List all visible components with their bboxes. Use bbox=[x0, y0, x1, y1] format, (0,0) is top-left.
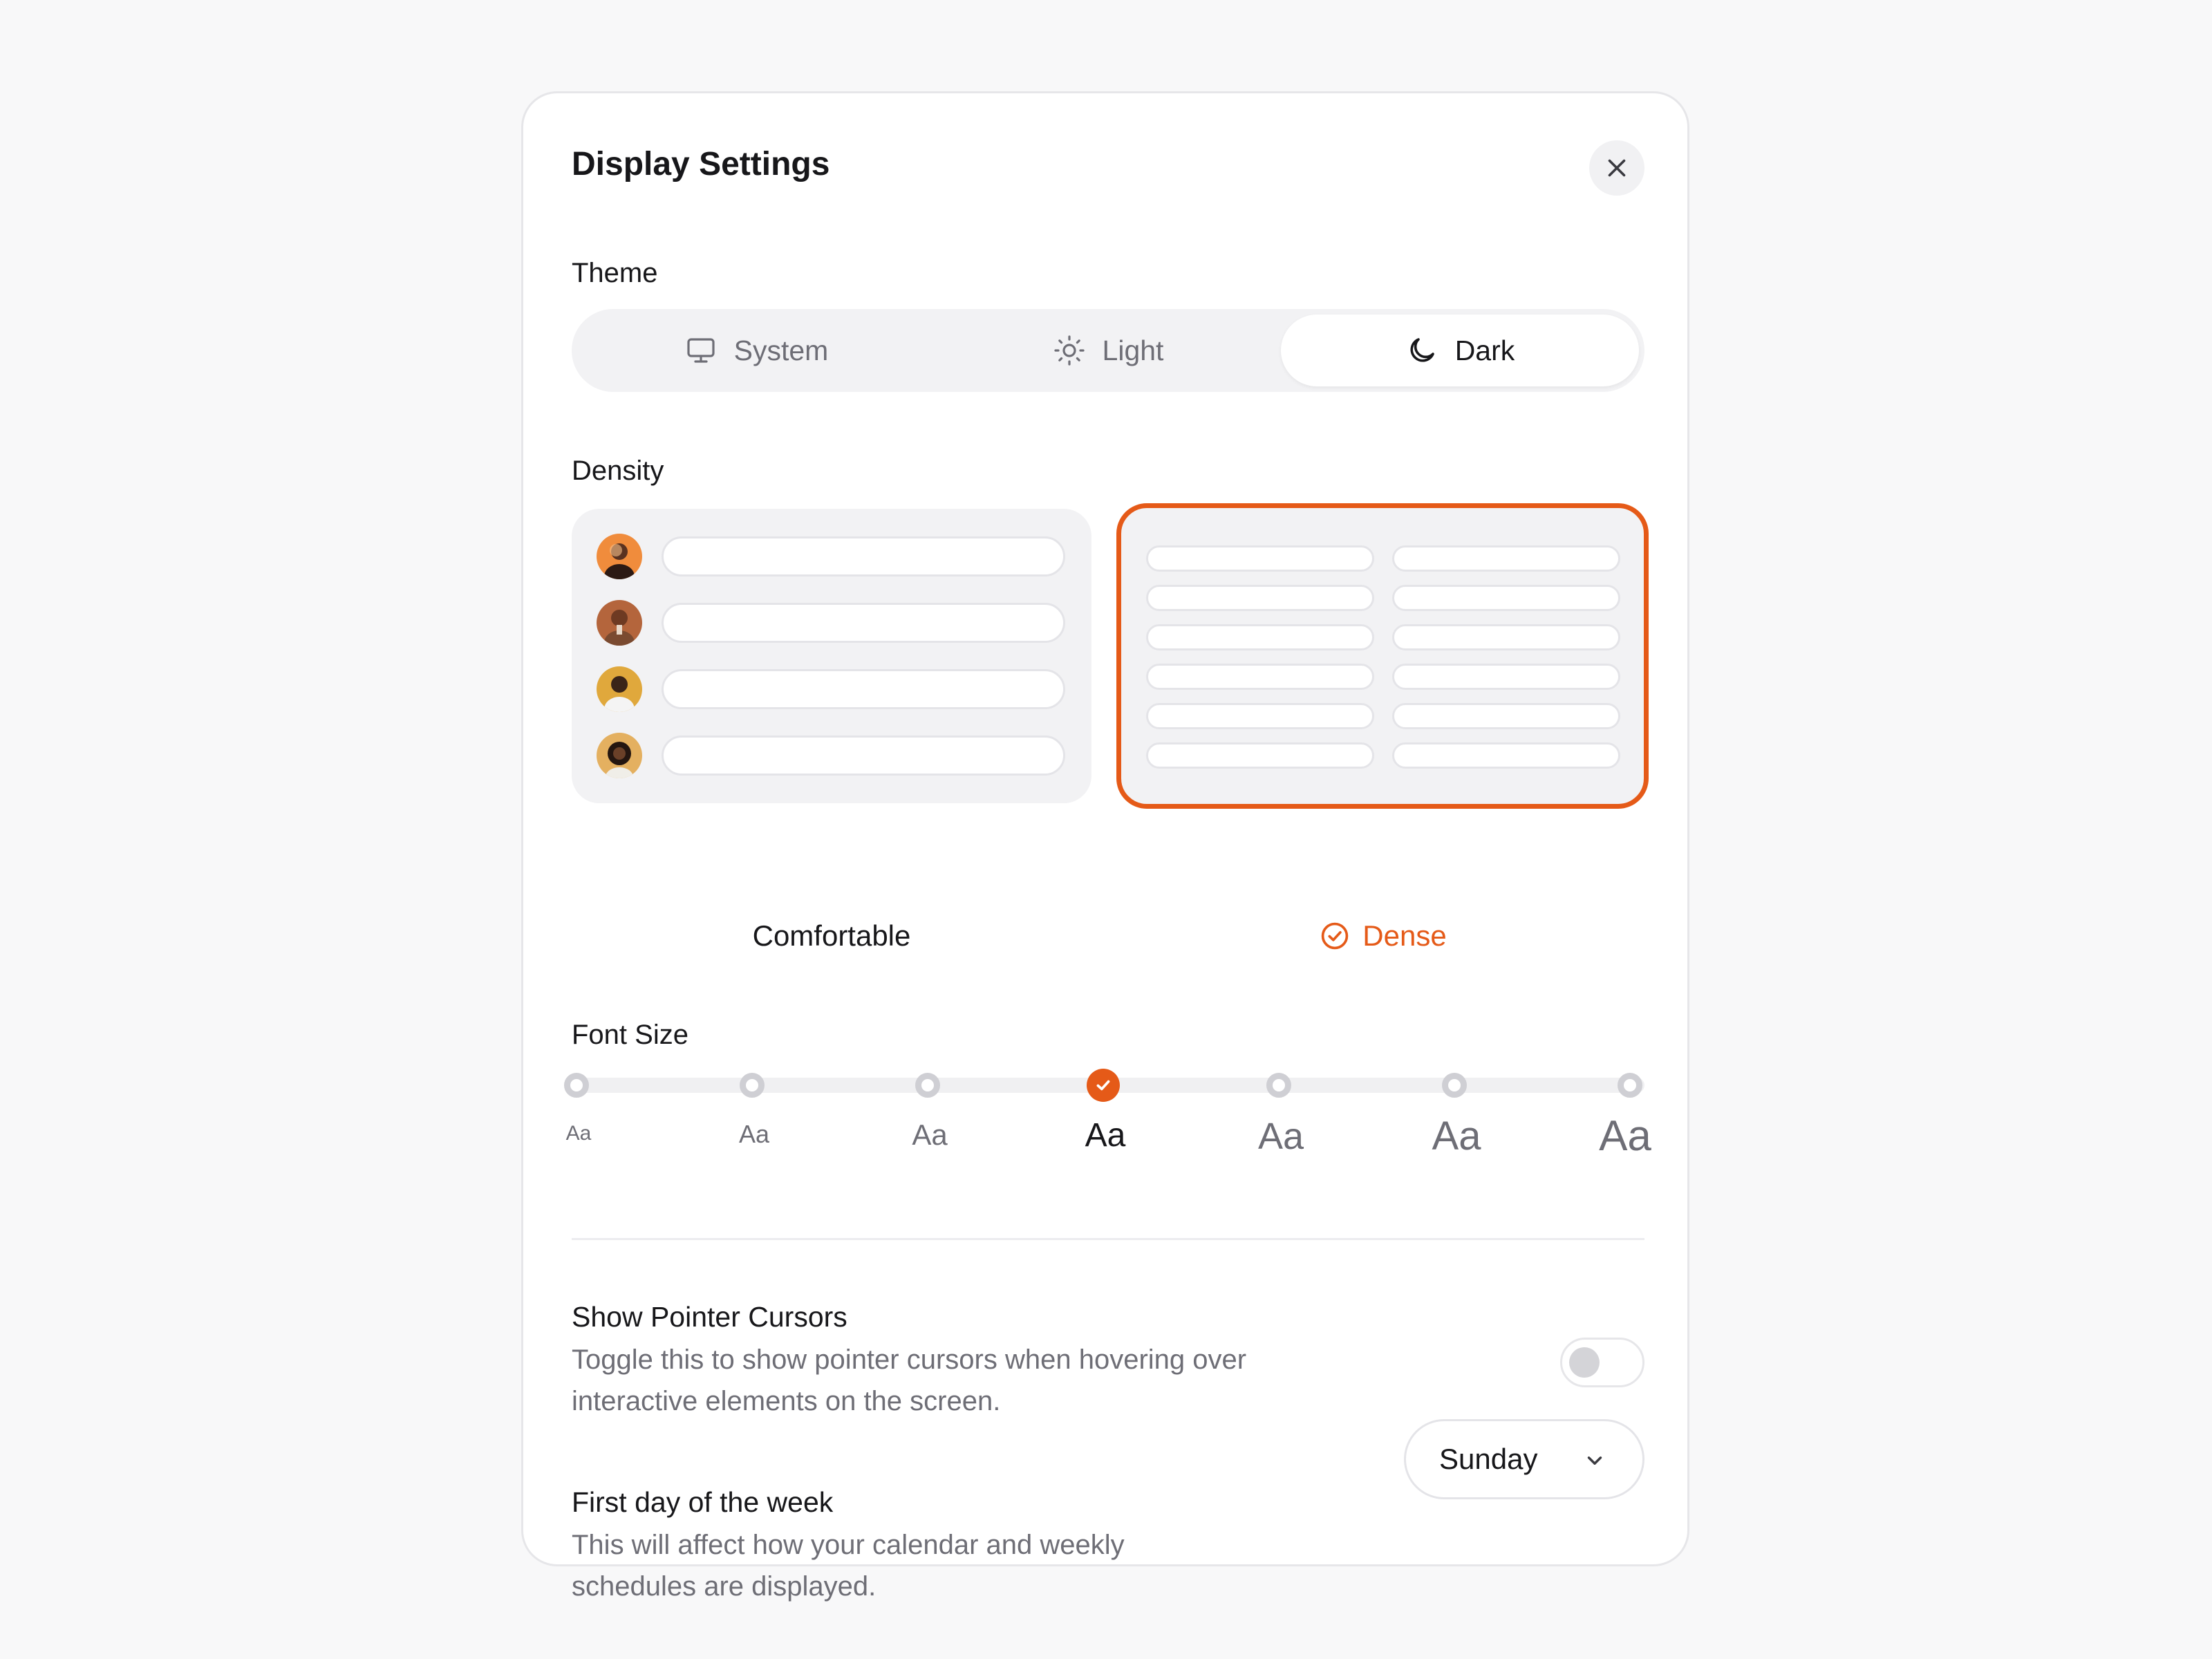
font-size-sample: Aa bbox=[912, 1118, 948, 1151]
font-size-stop[interactable] bbox=[1442, 1073, 1467, 1098]
theme-option-dark[interactable]: Dark bbox=[1281, 315, 1639, 386]
theme-option-label: System bbox=[733, 334, 829, 366]
font-size-stop[interactable] bbox=[915, 1073, 940, 1098]
font-size-label: Font Size bbox=[572, 1020, 688, 1050]
divider bbox=[572, 1238, 1644, 1240]
placeholder-row bbox=[1146, 545, 1374, 572]
display-settings-dialog: Display Settings Theme System Light Dark… bbox=[521, 91, 1689, 1602]
pointer-cursors-description: Toggle this to show pointer cursors when… bbox=[572, 1344, 1247, 1416]
density-option-dense[interactable] bbox=[1116, 503, 1649, 809]
font-size-sample: Aa bbox=[565, 1122, 592, 1145]
placeholder-row bbox=[1146, 703, 1374, 729]
placeholder-row bbox=[662, 603, 1065, 643]
close-button[interactable] bbox=[1589, 140, 1644, 196]
placeholder-row bbox=[662, 669, 1065, 709]
density-caption-dense[interactable]: Dense bbox=[1123, 919, 1643, 953]
placeholder-row bbox=[1392, 742, 1620, 769]
density-caption-label: Comfortable bbox=[752, 919, 911, 952]
font-size-sample: Aa bbox=[1257, 1116, 1304, 1157]
first-day-title: First day of the week bbox=[572, 1486, 834, 1518]
theme-option-system[interactable]: System bbox=[577, 315, 935, 386]
first-day-select-value: Sunday bbox=[1439, 1443, 1538, 1475]
placeholder-row bbox=[1392, 664, 1620, 690]
placeholder-row bbox=[1392, 703, 1620, 729]
first-day-description: This will affect how your calendar and w… bbox=[572, 1530, 1125, 1602]
font-size-stop[interactable] bbox=[1618, 1073, 1642, 1098]
moon-icon bbox=[1410, 338, 1434, 362]
font-size-sample: Aa bbox=[738, 1120, 770, 1148]
pointer-cursors-toggle[interactable] bbox=[1560, 1338, 1644, 1387]
check-icon bbox=[1096, 1080, 1110, 1091]
placeholder-row bbox=[1392, 585, 1620, 611]
density-label: Density bbox=[572, 456, 664, 486]
placeholder-row bbox=[1392, 545, 1620, 572]
placeholder-row bbox=[1146, 585, 1374, 611]
placeholder-row bbox=[662, 536, 1065, 577]
placeholder-row bbox=[1146, 624, 1374, 650]
close-icon bbox=[1608, 159, 1626, 177]
density-option-comfortable[interactable] bbox=[572, 509, 1091, 803]
font-size-stop[interactable] bbox=[564, 1073, 589, 1098]
font-size-sample: Aa bbox=[1599, 1112, 1651, 1160]
font-size-sample: Aa bbox=[1432, 1114, 1481, 1159]
toggle-knob bbox=[1569, 1347, 1600, 1378]
sun-icon bbox=[1053, 335, 1085, 366]
placeholder-row bbox=[1146, 664, 1374, 690]
font-size-stop[interactable] bbox=[740, 1073, 765, 1098]
placeholder-row bbox=[1146, 742, 1374, 769]
placeholder-row bbox=[662, 735, 1065, 776]
chevron-down-icon bbox=[1587, 1456, 1602, 1465]
theme-option-label: Light bbox=[1102, 334, 1164, 366]
avatar bbox=[597, 600, 642, 646]
font-size-stop[interactable] bbox=[1266, 1073, 1291, 1098]
pointer-cursors-title: Show Pointer Cursors bbox=[572, 1301, 847, 1333]
theme-option-label: Dark bbox=[1454, 334, 1515, 366]
placeholder-row bbox=[1392, 624, 1620, 650]
theme-option-light[interactable]: Light bbox=[929, 315, 1287, 386]
avatar bbox=[597, 534, 642, 579]
monitor-icon bbox=[687, 338, 715, 363]
theme-label: Theme bbox=[572, 258, 658, 288]
theme-segmented-control: System Light Dark bbox=[572, 309, 1644, 392]
density-caption-label: Dense bbox=[1362, 919, 1447, 952]
avatar bbox=[597, 733, 642, 778]
check-circle-icon bbox=[1322, 922, 1349, 950]
dialog-title: Display Settings bbox=[572, 146, 830, 182]
first-day-select[interactable]: Sunday bbox=[1404, 1419, 1644, 1499]
density-caption-comfortable[interactable]: Comfortable bbox=[572, 919, 1091, 953]
font-size-sample-selected: Aa bbox=[1085, 1117, 1126, 1154]
font-size-stop-selected[interactable] bbox=[1087, 1069, 1120, 1102]
avatar bbox=[597, 666, 642, 712]
